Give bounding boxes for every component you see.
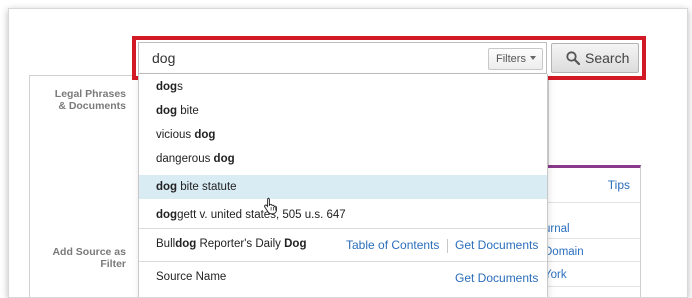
- suggestion-item[interactable]: dogs: [139, 75, 547, 99]
- caret-down-icon: [529, 56, 536, 60]
- autocomplete-dropdown: dogs dog bite vicious dog dangerous dog …: [138, 74, 548, 297]
- legal-phrases-line1: Legal Phrases: [54, 88, 126, 100]
- tips-link[interactable]: Tips: [608, 178, 630, 192]
- suggestion-item[interactable]: dangerous dog: [139, 147, 547, 171]
- hand-pointer-icon: [264, 197, 277, 215]
- app-frame: Legal Phrases & Documents Add Source as …: [8, 8, 688, 298]
- legal-phrases-label: Legal Phrases & Documents: [30, 88, 126, 112]
- suggestion-item[interactable]: dog bite: [139, 99, 547, 123]
- dropdown-divider: [139, 228, 547, 229]
- suggestion-item-highlighted[interactable]: dog bite statute: [139, 175, 547, 199]
- suggestion-item[interactable]: vicious dog: [139, 123, 547, 147]
- dropdown-divider: [139, 261, 547, 262]
- suggestion-item[interactable]: doggett v. united states, 505 u.s. 647: [139, 203, 547, 227]
- add-source-label: Add Source as Filter: [30, 246, 126, 270]
- card-link-domain[interactable]: Domain: [544, 246, 584, 258]
- add-source-line2: Filter: [100, 258, 126, 270]
- search-button[interactable]: Search: [551, 43, 639, 73]
- legal-phrases-line2: & Documents: [58, 100, 126, 112]
- get-documents-link[interactable]: Get Documents: [455, 238, 538, 252]
- search-icon: [566, 51, 580, 65]
- search-label: Search: [585, 50, 630, 66]
- get-documents-link[interactable]: Get Documents: [455, 271, 538, 285]
- link-separator: [447, 239, 448, 253]
- add-source-line1: Add Source as: [52, 246, 126, 258]
- table-of-contents-link[interactable]: Table of Contents: [346, 238, 439, 252]
- filters-button[interactable]: Filters: [488, 48, 543, 70]
- search-input[interactable]: dog: [138, 42, 547, 74]
- filters-label: Filters: [496, 53, 526, 65]
